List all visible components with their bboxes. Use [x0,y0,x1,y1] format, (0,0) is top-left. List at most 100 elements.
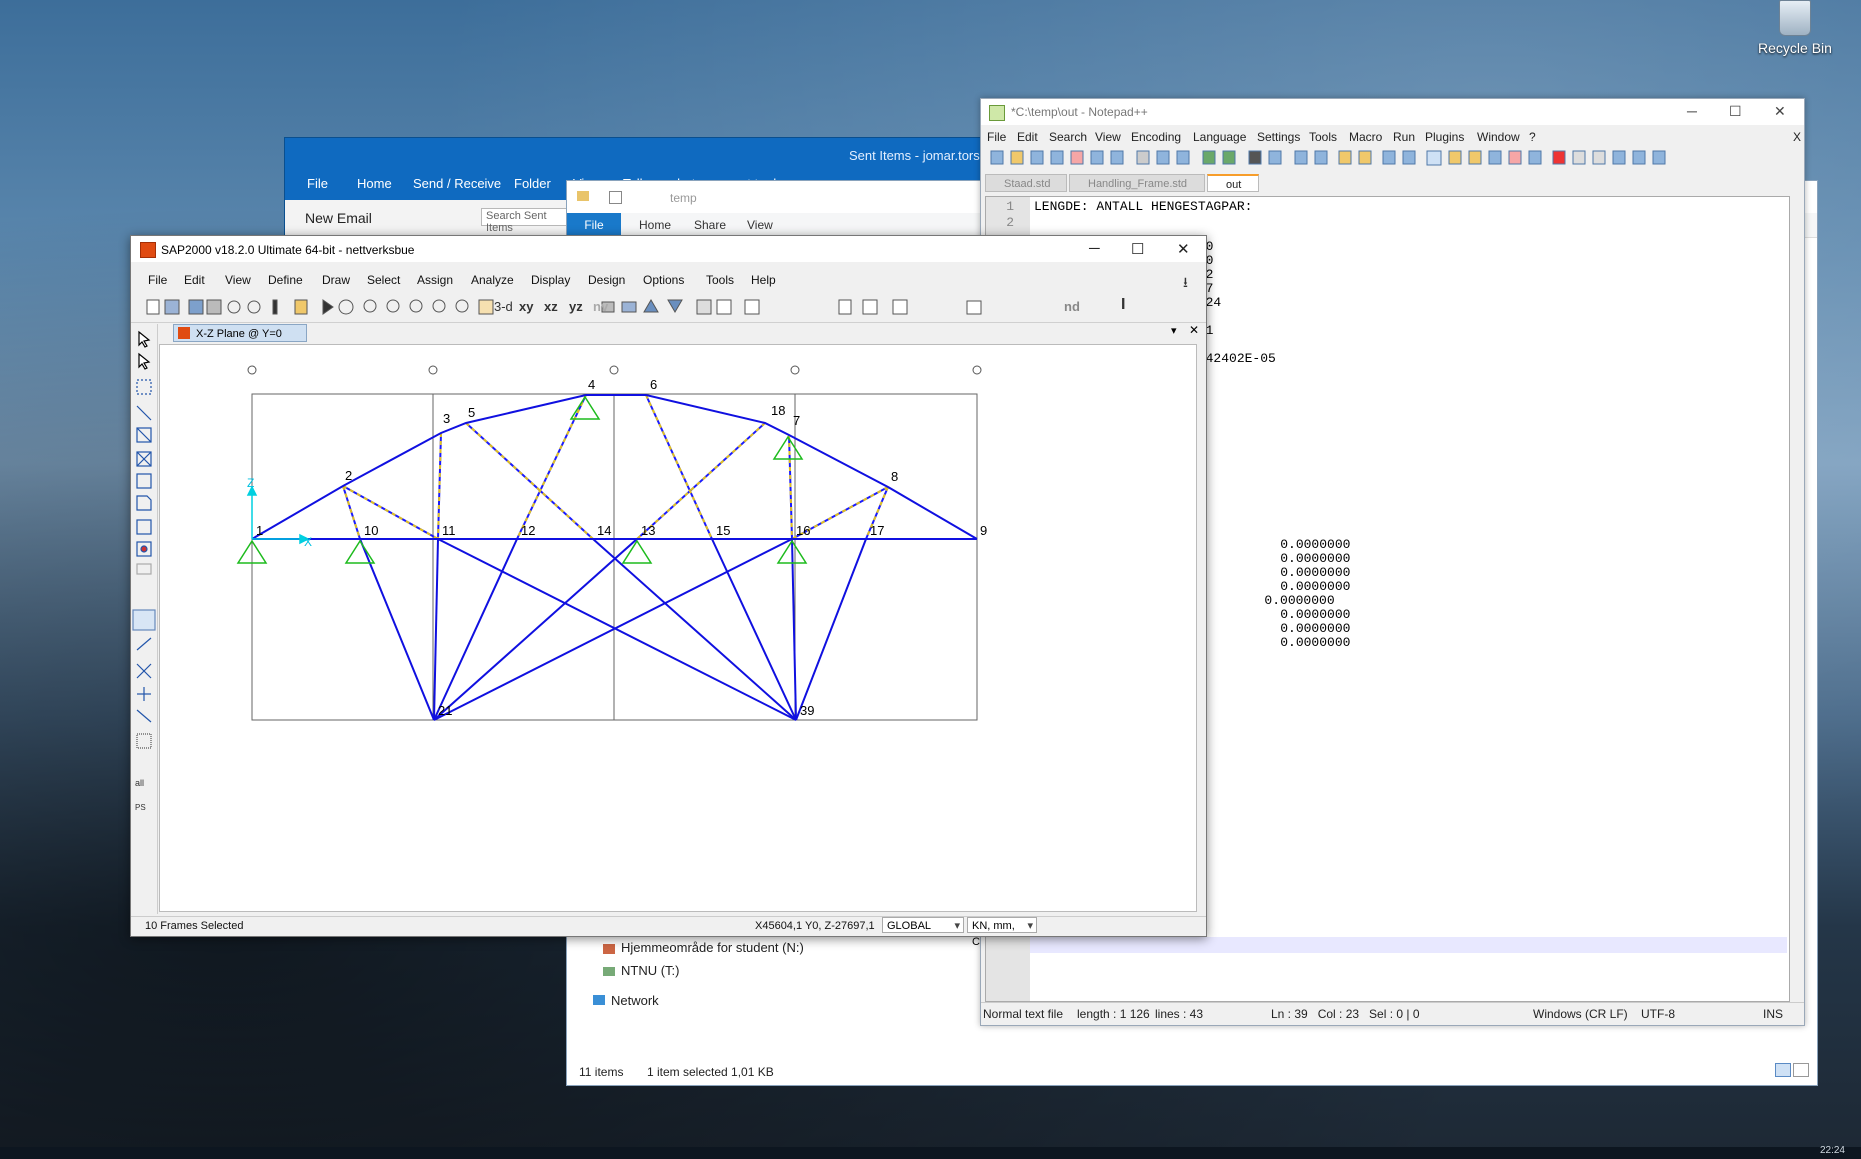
structure-drawing[interactable]: X Z 1234561878910 11 12 14 13 15 16 1721 39 [160,345,1196,911]
recycle-bin-shortcut[interactable]: Recycle Bin [1752,0,1838,64]
nav-item-home-drive[interactable]: Hjemmeområde for student (N:) [621,940,804,955]
units-select[interactable]: KN, mm, C [967,917,1037,948]
explorer-tab-share[interactable]: Share [694,213,726,237]
sap-menu-tools[interactable]: Tools [706,273,734,287]
npp-menu-encoding[interactable]: Encoding [1131,130,1181,144]
outlook-tab-send-receive[interactable]: Send / Receive [413,176,501,191]
sap-left-toolbar-icons[interactable]: all PS [131,324,157,914]
npp-menu-run[interactable]: Run [1393,130,1415,144]
sap-maximize-button[interactable]: ☐ [1131,240,1144,258]
view-nd-button[interactable]: nd [1064,299,1080,314]
coord-system-select[interactable]: GLOBAL [882,917,964,934]
truss-member[interactable] [359,538,435,721]
checkbox-icon[interactable] [609,191,622,204]
sap-menu-draw[interactable]: Draw [322,273,350,287]
truss-member[interactable] [433,538,518,721]
truss-member[interactable] [711,538,797,721]
download-icon[interactable]: ⭳ [1183,272,1188,296]
view-nv-button[interactable]: nv [593,299,608,314]
grid-bubble[interactable] [972,365,982,375]
hanger-member[interactable] [516,394,587,540]
truss-member[interactable] [437,538,797,721]
select-all-label[interactable]: all [135,778,144,788]
npp-menu-macro[interactable]: Macro [1349,130,1382,144]
hanger-member[interactable] [645,394,713,540]
sap-toolbar-icons[interactable] [137,296,997,320]
truss-member[interactable] [433,538,638,721]
new-email-button[interactable]: New Email [305,210,372,226]
node-label: 7 [793,413,800,428]
previous-selection-label[interactable]: PS [135,803,146,812]
explorer-tab-home[interactable]: Home [639,213,671,237]
details-view-icon[interactable] [1775,1063,1791,1077]
npp-menu-edit[interactable]: Edit [1017,130,1038,144]
sap-minimize-button[interactable]: ─ [1089,240,1100,257]
sap2000-window[interactable]: SAP2000 v18.2.0 Ultimate 64-bit - nettve… [130,235,1207,948]
npp-menu-search[interactable]: Search [1049,130,1087,144]
view-dropdown-icon[interactable]: ▾ [1171,324,1177,337]
npp-menu-settings[interactable]: Settings [1257,130,1300,144]
truss-member[interactable] [433,538,439,721]
truss-member[interactable] [592,538,797,721]
view-tab-xz-plane[interactable]: X-Z Plane @ Y=0 [173,324,307,342]
npp-maximize-button[interactable]: ☐ [1729,103,1742,120]
npp-close-doc-button[interactable]: X [1793,130,1801,144]
model-canvas[interactable]: X Z 1 2 3 4 5 6 18 7 8 9 10 11 12 14 13 15 16 17 21 39 [159,344,1197,912]
npp-menu-window[interactable]: Window [1477,130,1520,144]
view-3d-button[interactable]: 3-d [494,299,513,314]
pin-support[interactable] [621,539,653,564]
npp-menu-plugins[interactable]: Plugins [1425,130,1464,144]
npp-menu-view[interactable]: View [1095,130,1121,144]
sap-menu-design[interactable]: Design [588,273,625,287]
sap-menu-assign[interactable]: Assign [417,273,453,287]
truss-member[interactable] [795,538,867,721]
hangers-dashed [342,394,889,540]
outlook-tab-file[interactable]: File [307,176,328,191]
folder-icon [577,191,589,201]
npp-menu-language[interactable]: Language [1193,130,1246,144]
grid-bubble[interactable] [428,365,438,375]
grid-bubble[interactable] [790,365,800,375]
npp-menu-tools[interactable]: Tools [1309,130,1337,144]
grid-bubble[interactable] [247,365,257,375]
nav-item-network[interactable]: Network [611,993,659,1008]
npp-tab-staad[interactable]: Staad.std [985,174,1067,192]
npp-menu-help[interactable]: ? [1529,130,1536,144]
sap-close-button[interactable]: ✕ [1177,240,1190,258]
npp-tab-handling-frame[interactable]: Handling_Frame.std [1069,174,1205,192]
sap-menu-edit[interactable]: Edit [184,273,205,287]
sap-menu-define[interactable]: Define [268,273,303,287]
outlook-tab-home[interactable]: Home [357,176,392,191]
sap-menu-help[interactable]: Help [751,273,776,287]
sap-menu-options[interactable]: Options [643,273,684,287]
view-tab-icon [178,327,190,339]
view-yz-button[interactable]: yz [569,299,583,314]
outlook-search-input[interactable]: Search Sent Items [481,208,571,234]
sap-menu-display[interactable]: Display [531,273,570,287]
npp-close-button[interactable]: ✕ [1774,103,1786,120]
large-icons-view-icon[interactable] [1793,1063,1809,1077]
npp-minimize-button[interactable]: ─ [1687,103,1697,119]
view-xy-button[interactable]: xy [519,299,533,314]
view-close-icon[interactable]: ✕ [1189,323,1199,337]
npp-menu-file[interactable]: File [987,130,1006,144]
npp-tab-out[interactable]: out [1207,174,1259,192]
sap-menu-view[interactable]: View [225,273,251,287]
sap-menu-file[interactable]: File [148,273,167,287]
explorer-tab-view[interactable]: View [747,213,773,237]
node-label: 2 [345,468,352,483]
truss-member[interactable] [433,538,793,721]
grid-bubble[interactable] [609,365,619,375]
explorer-status-selected: 1 item selected 1,01 KB [647,1065,774,1079]
view-xz-button[interactable]: xz [544,299,558,314]
npp-current-line-highlight [1030,937,1787,953]
text-cursor-icon[interactable]: I [1121,296,1125,314]
npp-status-encoding: UTF-8 [1641,1007,1675,1021]
npp-toolbar-icons[interactable] [987,147,1747,169]
pin-support[interactable] [344,539,376,564]
outlook-tab-folder[interactable]: Folder [514,176,551,191]
sap-menu-select[interactable]: Select [367,273,400,287]
explorer-tab-file[interactable]: File [567,213,621,237]
nav-item-ntnu-drive[interactable]: NTNU (T:) [621,963,680,978]
sap-menu-analyze[interactable]: Analyze [471,273,514,287]
